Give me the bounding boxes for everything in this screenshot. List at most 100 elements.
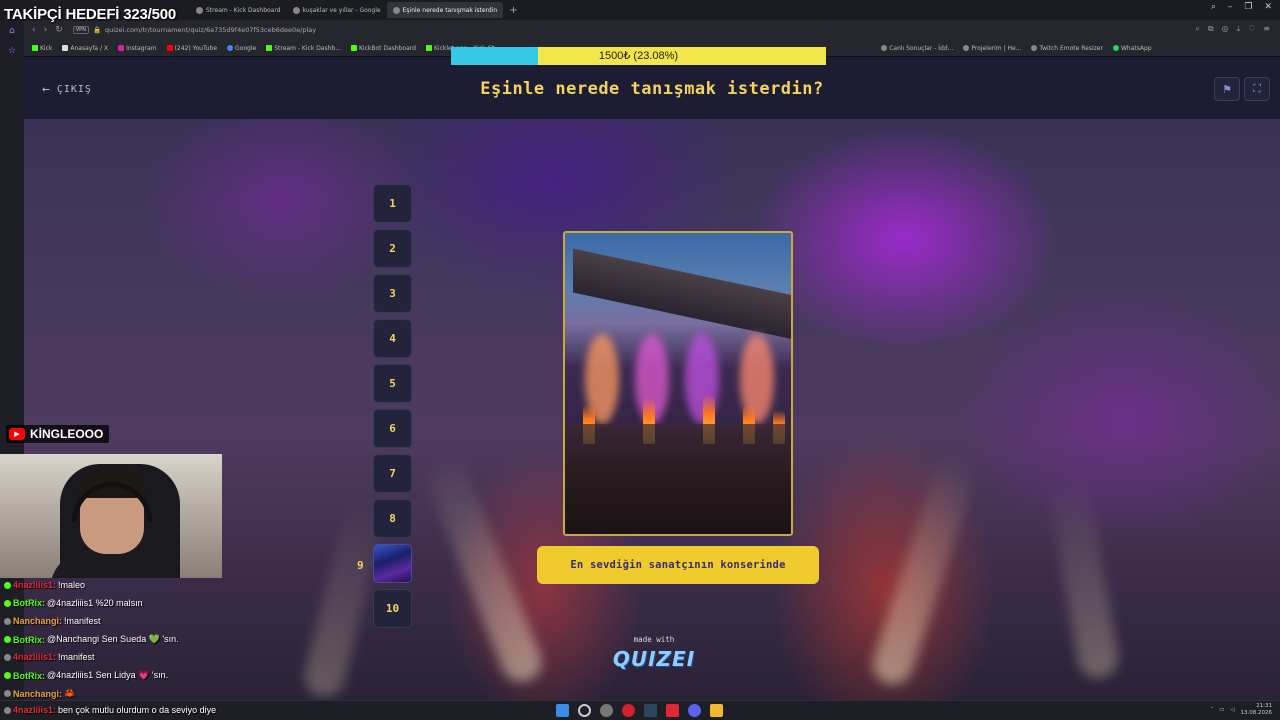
bookmark-label: Projelerim | He... <box>971 44 1022 52</box>
browser-tab[interactable]: kuşaklar ve yıllar - Google <box>287 2 387 18</box>
question-number-7[interactable]: 7 <box>373 454 412 493</box>
minimize-icon[interactable]: – <box>1228 2 1233 12</box>
answer-image[interactable] <box>563 231 793 536</box>
question-number-8[interactable]: 8 <box>373 499 412 538</box>
chat-text: @Nanchangi Sen Sueda 💚 'sın. <box>47 634 179 644</box>
address-bar: ‹ › ↻ VPN 🔒 quizei.com/tr/tournament/qui… <box>0 20 1280 40</box>
flag-icon: ⚑ <box>1222 82 1232 96</box>
menu-icon[interactable]: ≡ <box>1263 24 1270 34</box>
new-tab-plus-icon[interactable]: + <box>509 5 517 16</box>
channel-name: KİNGLEOOO <box>30 427 104 441</box>
chat-text: !maleo <box>58 580 86 590</box>
chat-username: 4nazliiis1: <box>13 705 57 715</box>
kick-icon <box>32 45 38 51</box>
youtube-icon: ▶ <box>9 428 25 440</box>
download-icon[interactable]: ⤓ <box>1237 24 1241 34</box>
fullscreen-icon: ⛶ <box>1253 82 1261 95</box>
vpn-badge[interactable]: VPN <box>72 26 89 34</box>
site-icon <box>881 45 888 51</box>
chat-username: BotRix: <box>13 670 45 681</box>
kick-icon <box>266 45 273 51</box>
bookmark-item[interactable]: Stream - Kick Dashb... <box>266 45 341 52</box>
question-number-list: 1 2 3 4 5 6 7 8 10 <box>373 184 412 628</box>
browser-tab[interactable]: Stream - Kick Dashboard <box>190 2 287 18</box>
chat-username: 4nazliiis1: <box>13 652 57 662</box>
chat-message: BotRix: @4nazliiis1 %20 malsın <box>4 598 143 608</box>
bookmark-label: Google <box>235 44 257 52</box>
close-icon[interactable]: ✕ <box>1264 2 1272 12</box>
bookmark-label: WhatsApp <box>1120 44 1152 52</box>
star-icon[interactable]: ☆ <box>8 46 16 56</box>
bookmark-item[interactable]: Instagram <box>118 45 157 52</box>
whatsapp-icon <box>1112 45 1119 51</box>
badge-icon <box>4 617 11 625</box>
url-text[interactable]: quizei.com/tr/tournament/quiz/6a735d9f4e… <box>105 26 316 34</box>
question-number-1[interactable]: 1 <box>373 184 412 223</box>
bookmark-label: Stream - Kick Dashb... <box>274 44 341 52</box>
chat-message: Nanchangi: 🦀 <box>4 688 75 699</box>
question-number-6[interactable]: 6 <box>373 409 412 448</box>
chrome-icon[interactable] <box>600 704 613 717</box>
search-icon[interactable]: ⌕ <box>1195 24 1199 34</box>
question-title: Eşinle nerede tanışmak isterdin? <box>480 79 824 99</box>
chat-message: BotRix: @Nanchangi Sen Sueda 💚 'sın. <box>4 634 179 645</box>
file-explorer-icon[interactable] <box>710 704 723 717</box>
crowd <box>565 424 791 534</box>
bookmark-item[interactable]: Canlı Sonuçlar - İdd... <box>881 45 953 52</box>
question-number-5[interactable]: 5 <box>373 364 412 403</box>
badge-icon <box>4 706 11 714</box>
home-icon[interactable]: ⌂ <box>9 26 15 36</box>
browser-tab-bar: Stream - Kick Dashboard kuşaklar ve yıll… <box>0 0 1280 20</box>
chat-text: !manifest <box>58 652 95 662</box>
steam-icon[interactable] <box>644 704 657 717</box>
report-flag-button[interactable]: ⚑ <box>1214 77 1240 101</box>
badge-icon <box>4 581 11 589</box>
youtube-icon <box>166 45 173 51</box>
fullscreen-button[interactable]: ⛶ <box>1244 77 1270 101</box>
bookmark-item[interactable]: Kick <box>32 45 52 52</box>
bookmark-item[interactable]: (242) YouTube <box>166 45 217 52</box>
webcam-overlay <box>0 454 222 578</box>
chat-text: @4nazliiis1 %20 malsın <box>47 598 143 608</box>
question-number-2[interactable]: 2 <box>373 229 412 268</box>
bookmark-label: Anasayfa / X <box>70 44 109 52</box>
network-icon[interactable]: ▭ <box>1219 707 1224 713</box>
extension-icon[interactable]: ⧉ <box>1208 24 1214 34</box>
bookmark-item[interactable]: Projelerim | He... <box>963 45 1021 52</box>
chat-username: Nanchangi: <box>13 616 63 626</box>
chat-text: 🦀 <box>64 688 76 698</box>
question-number-4[interactable]: 4 <box>373 319 412 358</box>
maximize-icon[interactable]: ❐ <box>1244 2 1252 12</box>
clock[interactable]: 21:31 13.08.2026 <box>1241 703 1273 717</box>
opera-icon[interactable] <box>622 704 635 717</box>
chevron-up-icon[interactable]: ˄ <box>1210 707 1213 713</box>
chat-message: 4nazliiis1: !maleo <box>4 580 85 590</box>
bookmark-item[interactable]: Anasayfa / X <box>62 45 108 52</box>
channel-badge: ▶ KİNGLEOOO <box>6 425 110 443</box>
search-icon[interactable] <box>578 704 591 717</box>
app-icon[interactable] <box>666 704 679 717</box>
progress-label: 1500₺ (23.08%) <box>598 50 679 62</box>
back-arrow-icon[interactable]: ‹ <box>32 25 36 35</box>
reload-icon[interactable]: ↻ <box>55 25 63 35</box>
search-tabs-icon[interactable]: ⌕ <box>1211 2 1216 12</box>
browser-tab-active[interactable]: Eşinle nerede tanışmak isterdin <box>386 2 504 18</box>
bookmark-item[interactable]: WhatsApp <box>1112 44 1152 52</box>
chat-overlay: 4nazliiis1: !maleo BotRix: @4nazliiis1 %20… <box>0 578 1280 702</box>
chat-username: BotRix: <box>13 634 45 645</box>
discord-icon[interactable] <box>688 704 701 717</box>
chat-text: !manifest <box>64 616 101 626</box>
question-number-3[interactable]: 3 <box>373 274 412 313</box>
kick-icon <box>350 45 357 51</box>
url-field[interactable]: VPN 🔒 quizei.com/tr/tournament/quiz/6a73… <box>72 26 316 34</box>
forward-arrow-icon[interactable]: › <box>44 25 48 35</box>
bookmark-item[interactable]: Twitch Emote Resizer <box>1031 45 1103 52</box>
heart-icon[interactable]: ♡ <box>1248 24 1255 34</box>
bookmark-item[interactable]: KickBot Dashboard <box>350 45 416 52</box>
windows-start-icon[interactable] <box>556 704 569 717</box>
tab-label: Eşinle nerede tanışmak isterdin <box>402 6 498 14</box>
volume-icon[interactable]: ◁ <box>1230 707 1234 713</box>
camera-icon[interactable]: ◎ <box>1222 24 1229 34</box>
bookmark-item[interactable]: Google <box>227 45 256 52</box>
chat-message: BotRix: @4nazliiis1 Sen Lidya 💗 'sın. <box>4 670 168 681</box>
